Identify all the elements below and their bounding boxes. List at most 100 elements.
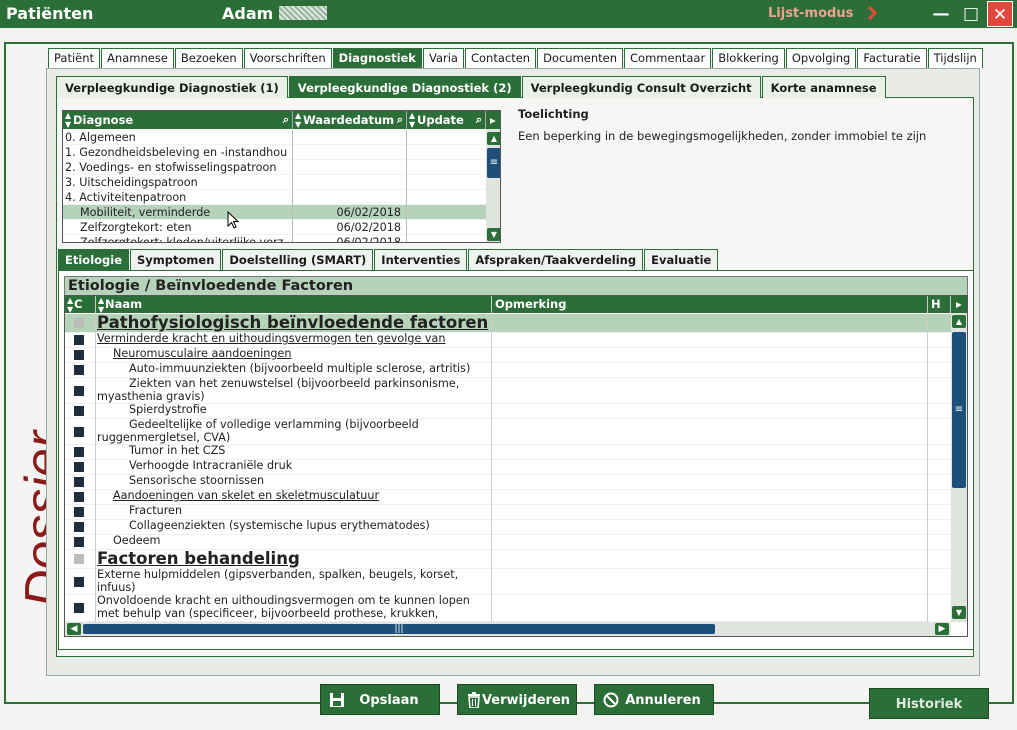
checkbox[interactable] (74, 385, 84, 396)
scroll-thumb[interactable]: ≡ (487, 148, 500, 178)
col-update[interactable]: ▲ ▼ Update ⌕ (407, 111, 486, 129)
checkbox[interactable] (74, 318, 84, 328)
col-waardedatum[interactable]: ▲ ▼ Waardedatum ⌕ (293, 111, 407, 129)
factors-horizontal-scrollbar[interactable]: ◀ ||| ▶ (65, 622, 951, 636)
tab-interventies[interactable]: Interventies (374, 249, 468, 270)
table-row[interactable]: Pathofysiologisch beïnvloedende factoren (65, 314, 951, 333)
list-item[interactable]: 2. Voedings- en stofwisselingspatroon (63, 160, 486, 175)
tab-commentaar[interactable]: Commentaar (624, 48, 712, 68)
tab-patient[interactable]: Patiënt (48, 48, 101, 68)
list-item[interactable]: Zelfzorgtekort: kleden/uiterlijke verz 06… (63, 235, 486, 242)
tab-diagnostiek[interactable]: Diagnostiek (332, 48, 422, 68)
save-button[interactable]: Opslaan (320, 684, 440, 715)
minimize-button[interactable]: — (928, 1, 954, 27)
scroll-right-icon[interactable]: ▶ (935, 623, 949, 635)
tab-vpk-diagnostiek-1[interactable]: Verpleegkundige Diagnostiek (1) (56, 76, 288, 98)
tab-voorschriften[interactable]: Voorschriften (243, 48, 332, 68)
list-mode-icon[interactable] (866, 6, 878, 20)
checkbox[interactable] (74, 507, 84, 517)
delete-button[interactable]: Verwijderen (457, 684, 577, 715)
checkbox[interactable] (74, 576, 84, 587)
checkbox[interactable] (74, 554, 84, 564)
tab-tijdslijn[interactable]: Tijdslijn (927, 48, 983, 68)
checkbox[interactable] (74, 350, 84, 360)
tab-symptomen[interactable]: Symptomen (130, 249, 222, 270)
list-item[interactable]: 3. Uitscheidingspatroon (63, 175, 486, 190)
table-row[interactable]: Tumor in het CZS (65, 445, 951, 460)
tab-evaluatie[interactable]: Evaluatie (644, 249, 719, 270)
col-naam[interactable]: ▲ ▼ Naam (96, 296, 492, 314)
scroll-down-icon[interactable]: ▼ (952, 606, 966, 619)
scroll-thumb[interactable]: ||| (83, 624, 715, 634)
table-row[interactable]: Collageenziekten (systemische lupus eryt… (65, 520, 951, 535)
checkbox[interactable] (74, 522, 84, 532)
checkbox[interactable] (74, 406, 84, 416)
filter-icon[interactable]: ⌕ (397, 111, 403, 129)
table-row[interactable]: Onvoldoende kracht en uithoudingsvermoge… (65, 595, 951, 622)
tab-consult-overzicht[interactable]: Verpleegkundig Consult Overzicht (521, 76, 761, 98)
table-row[interactable]: Auto-immuunziekten (bijvoorbeeld multipl… (65, 363, 951, 378)
column-chooser-icon[interactable]: ▸ (486, 111, 500, 129)
list-item[interactable]: 1. Gezondheidsbeleving en -instandhou (63, 145, 486, 160)
table-row[interactable]: Sensorische stoornissen (65, 475, 951, 490)
close-button[interactable]: ✕ (987, 1, 1013, 27)
tab-anamnese[interactable]: Anamnese (101, 48, 174, 68)
tab-doelstelling[interactable]: Doelstelling (SMART) (222, 249, 374, 270)
tab-documenten[interactable]: Documenten (537, 48, 624, 68)
checkbox[interactable] (74, 365, 84, 375)
diagnosis-scrollbar[interactable]: ▲ ≡ ▼ (486, 129, 500, 242)
checkbox[interactable] (74, 492, 84, 502)
table-row[interactable]: Externe hulpmiddelen (gipsverbanden, spa… (65, 569, 951, 595)
diagnosis-grid[interactable]: ▲ ▼ Diagnose ⌕ ▲ ▼ Waardedatum ⌕ ▲ ▼ Update ⌕ ▸ 0… (62, 110, 501, 243)
filter-icon[interactable]: ⌕ (476, 111, 482, 129)
checkbox[interactable] (74, 335, 84, 345)
checkbox[interactable] (74, 537, 84, 547)
col-c[interactable]: ▲ ▼ C (65, 296, 96, 314)
table-row[interactable]: Spierdystrofie (65, 404, 951, 419)
factors-grid[interactable]: ▲ ▼ C ▲ ▼ Naam Opmerking H ▸ Pathofysiologis… (64, 295, 968, 637)
maximize-button[interactable]: □ (958, 1, 984, 27)
tab-bezoeken[interactable]: Bezoeken (174, 48, 243, 68)
checkbox[interactable] (74, 477, 84, 487)
tab-vpk-diagnostiek-2[interactable]: Verpleegkundige Diagnostiek (2) (288, 76, 521, 98)
tab-korte-anamnese[interactable]: Korte anamnese (761, 76, 886, 98)
tab-etiologie[interactable]: Etiologie (58, 249, 130, 270)
scroll-down-icon[interactable]: ▼ (487, 228, 500, 241)
tab-blokkering[interactable]: Blokkering (712, 48, 785, 68)
tab-opvolging[interactable]: Opvolging (785, 48, 857, 68)
table-row[interactable]: Fracturen (65, 505, 951, 520)
list-item[interactable]: Zelfzorgtekort: eten 06/02/2018 (63, 220, 486, 235)
tab-varia[interactable]: Varia (422, 48, 464, 68)
scroll-left-icon[interactable]: ◀ (67, 623, 81, 635)
scroll-up-icon[interactable]: ▲ (487, 132, 500, 145)
factors-vertical-scrollbar[interactable]: ▲ ≡ ▼ (951, 313, 967, 622)
col-opmerking[interactable]: Opmerking (492, 296, 928, 313)
checkbox[interactable] (74, 462, 84, 472)
table-row[interactable]: Factoren behandeling (65, 550, 951, 569)
checkbox[interactable] (74, 603, 84, 613)
checkbox[interactable] (74, 426, 84, 437)
tab-contacten[interactable]: Contacten (464, 48, 537, 68)
tab-afspraken[interactable]: Afspraken/Taakverdeling (468, 249, 644, 270)
list-mode-link[interactable]: Lijst-modus (768, 6, 853, 21)
filter-icon[interactable]: ⌕ (283, 111, 289, 129)
table-row[interactable]: Gedeeltelijke of volledige verlamming (b… (65, 419, 951, 445)
cancel-button[interactable]: Annuleren (594, 684, 714, 715)
column-chooser-icon[interactable]: ▸ (951, 296, 967, 313)
table-row[interactable]: Oedeem (65, 535, 951, 550)
checkbox[interactable] (74, 447, 84, 457)
list-item[interactable]: 0. Algemeen (63, 130, 486, 145)
table-row[interactable]: Neuromusculaire aandoeningen (65, 348, 951, 363)
table-row[interactable]: Verminderde kracht en uithoudingsvermoge… (65, 333, 951, 348)
list-item[interactable]: 4. Activiteitenpatroon (63, 190, 486, 205)
scroll-thumb[interactable]: ≡ (952, 332, 966, 488)
col-diagnose[interactable]: ▲ ▼ Diagnose ⌕ (63, 111, 293, 129)
table-row[interactable]: Verhoogde Intracraniële druk (65, 460, 951, 475)
col-h[interactable]: H (928, 296, 951, 313)
tab-facturatie[interactable]: Facturatie (857, 48, 927, 68)
history-button[interactable]: Historiek (869, 688, 989, 719)
table-row[interactable]: Ziekten van het zenuwstelsel (bijvoorbee… (65, 378, 951, 404)
list-item-selected[interactable]: Mobiliteit, verminderde 06/02/2018 (63, 205, 486, 220)
scroll-up-icon[interactable]: ▲ (952, 315, 966, 328)
table-row[interactable]: Aandoeningen van skelet en skeletmuscula… (65, 490, 951, 505)
